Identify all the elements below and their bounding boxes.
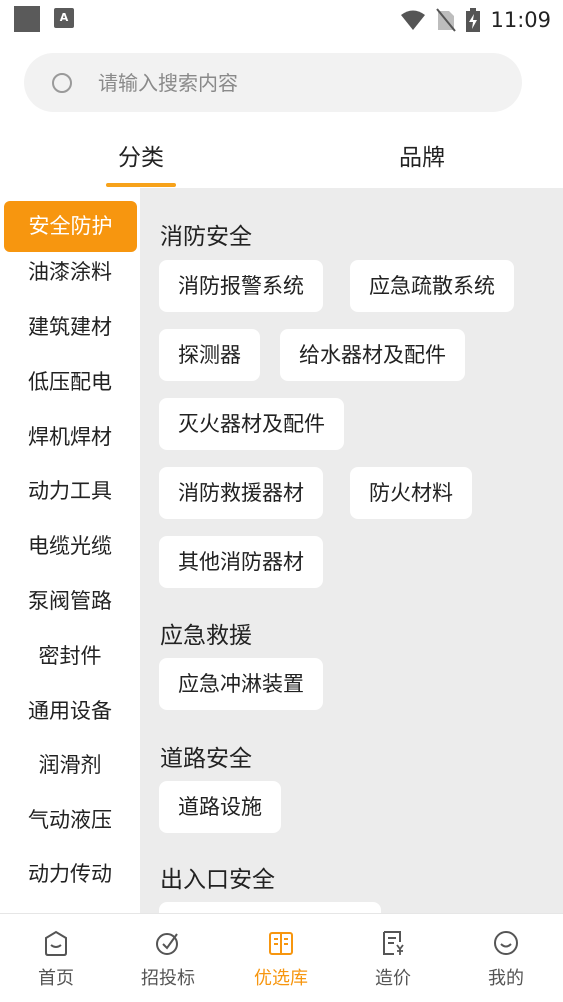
nav-label: 造价 bbox=[375, 968, 411, 989]
section-title: 道路安全 bbox=[160, 746, 252, 772]
nav-mine[interactable]: 我的 bbox=[456, 914, 556, 1002]
subcategory-chip[interactable]: 道路设施 bbox=[159, 781, 281, 833]
wifi-icon bbox=[401, 10, 426, 30]
subcategory-chip[interactable]: 消防救援器材 bbox=[159, 467, 323, 519]
subcategory-chip[interactable]: 探测器 bbox=[159, 329, 260, 381]
nav-cost[interactable]: 造价 bbox=[343, 914, 443, 1002]
sidebar-item-power-tools[interactable]: 动力工具 bbox=[0, 466, 140, 516]
sidebar-item-pneumatic-hydraulic[interactable]: 气动液压 bbox=[0, 795, 140, 845]
bidding-icon bbox=[156, 933, 178, 955]
home-icon bbox=[45, 930, 67, 956]
search-icon bbox=[52, 73, 72, 93]
notification-square-icon bbox=[14, 6, 40, 32]
sidebar-item-building-materials[interactable]: 建筑建材 bbox=[0, 302, 140, 352]
subcategory-chip[interactable]: 应急疏散系统 bbox=[350, 260, 514, 312]
book-icon bbox=[269, 932, 293, 955]
tab-category[interactable]: 分类 bbox=[105, 138, 177, 188]
sidebar-item-welding[interactable]: 焊机焊材 bbox=[0, 412, 140, 462]
sidebar-item-power-transmission[interactable]: 动力传动 bbox=[0, 849, 140, 899]
sidebar-item-paint[interactable]: 油漆涂料 bbox=[0, 247, 140, 297]
status-bar: A 11:09 bbox=[0, 0, 563, 40]
no-sim-icon bbox=[436, 8, 457, 32]
sidebar-item-pumps-valves[interactable]: 泵阀管路 bbox=[0, 576, 140, 626]
nav-bidding[interactable]: 招投标 bbox=[118, 914, 218, 1002]
status-time: 11:09 bbox=[490, 8, 551, 32]
category-sidebar: 安全防护 油漆涂料 建筑建材 低压配电 焊机焊材 动力工具 电缆光缆 泵阀管路 … bbox=[0, 188, 140, 913]
sidebar-item-lubricants[interactable]: 润滑剂 bbox=[0, 740, 140, 790]
subcategory-chip[interactable] bbox=[159, 902, 381, 913]
smile-icon bbox=[494, 931, 518, 955]
notification-a-icon: A bbox=[54, 8, 74, 28]
search-input[interactable] bbox=[98, 53, 498, 112]
nav-label: 首页 bbox=[38, 968, 74, 989]
sidebar-item-seals[interactable]: 密封件 bbox=[0, 631, 140, 681]
sidebar-item-safety-protection[interactable]: 安全防护 bbox=[4, 201, 137, 252]
sidebar-item-general-equipment[interactable]: 通用设备 bbox=[0, 686, 140, 736]
subcategory-chip[interactable]: 给水器材及配件 bbox=[280, 329, 465, 381]
section-title: 出入口安全 bbox=[160, 867, 275, 893]
sidebar-item-low-voltage[interactable]: 低压配电 bbox=[0, 357, 140, 407]
subcategory-panel: 消防安全 消防报警系统 应急疏散系统 探测器 给水器材及配件 灭火器材及配件 消… bbox=[140, 188, 563, 913]
section-title: 应急救援 bbox=[160, 623, 252, 649]
nav-label: 招投标 bbox=[141, 968, 195, 989]
nav-label: 我的 bbox=[488, 968, 524, 989]
battery-charging-icon bbox=[466, 8, 481, 32]
subcategory-chip[interactable]: 应急冲淋装置 bbox=[159, 658, 323, 710]
subcategory-chip[interactable]: 其他消防器材 bbox=[159, 536, 323, 588]
nav-label: 优选库 bbox=[254, 968, 308, 989]
tab-brand[interactable]: 品牌 bbox=[386, 138, 458, 188]
search-bar[interactable] bbox=[24, 53, 522, 112]
price-doc-icon bbox=[383, 931, 404, 955]
nav-preferred-library[interactable]: 优选库 bbox=[231, 914, 331, 1002]
sidebar-item-cables[interactable]: 电缆光缆 bbox=[0, 521, 140, 571]
subcategory-chip[interactable]: 灭火器材及配件 bbox=[159, 398, 344, 450]
section-title: 消防安全 bbox=[160, 224, 252, 250]
bottom-nav: 首页 招投标 优选库 造价 我的 bbox=[0, 913, 563, 1002]
subcategory-chip[interactable]: 消防报警系统 bbox=[159, 260, 323, 312]
active-tab-indicator bbox=[106, 183, 176, 187]
subcategory-chip[interactable]: 防火材料 bbox=[350, 467, 472, 519]
nav-home[interactable]: 首页 bbox=[6, 914, 106, 1002]
